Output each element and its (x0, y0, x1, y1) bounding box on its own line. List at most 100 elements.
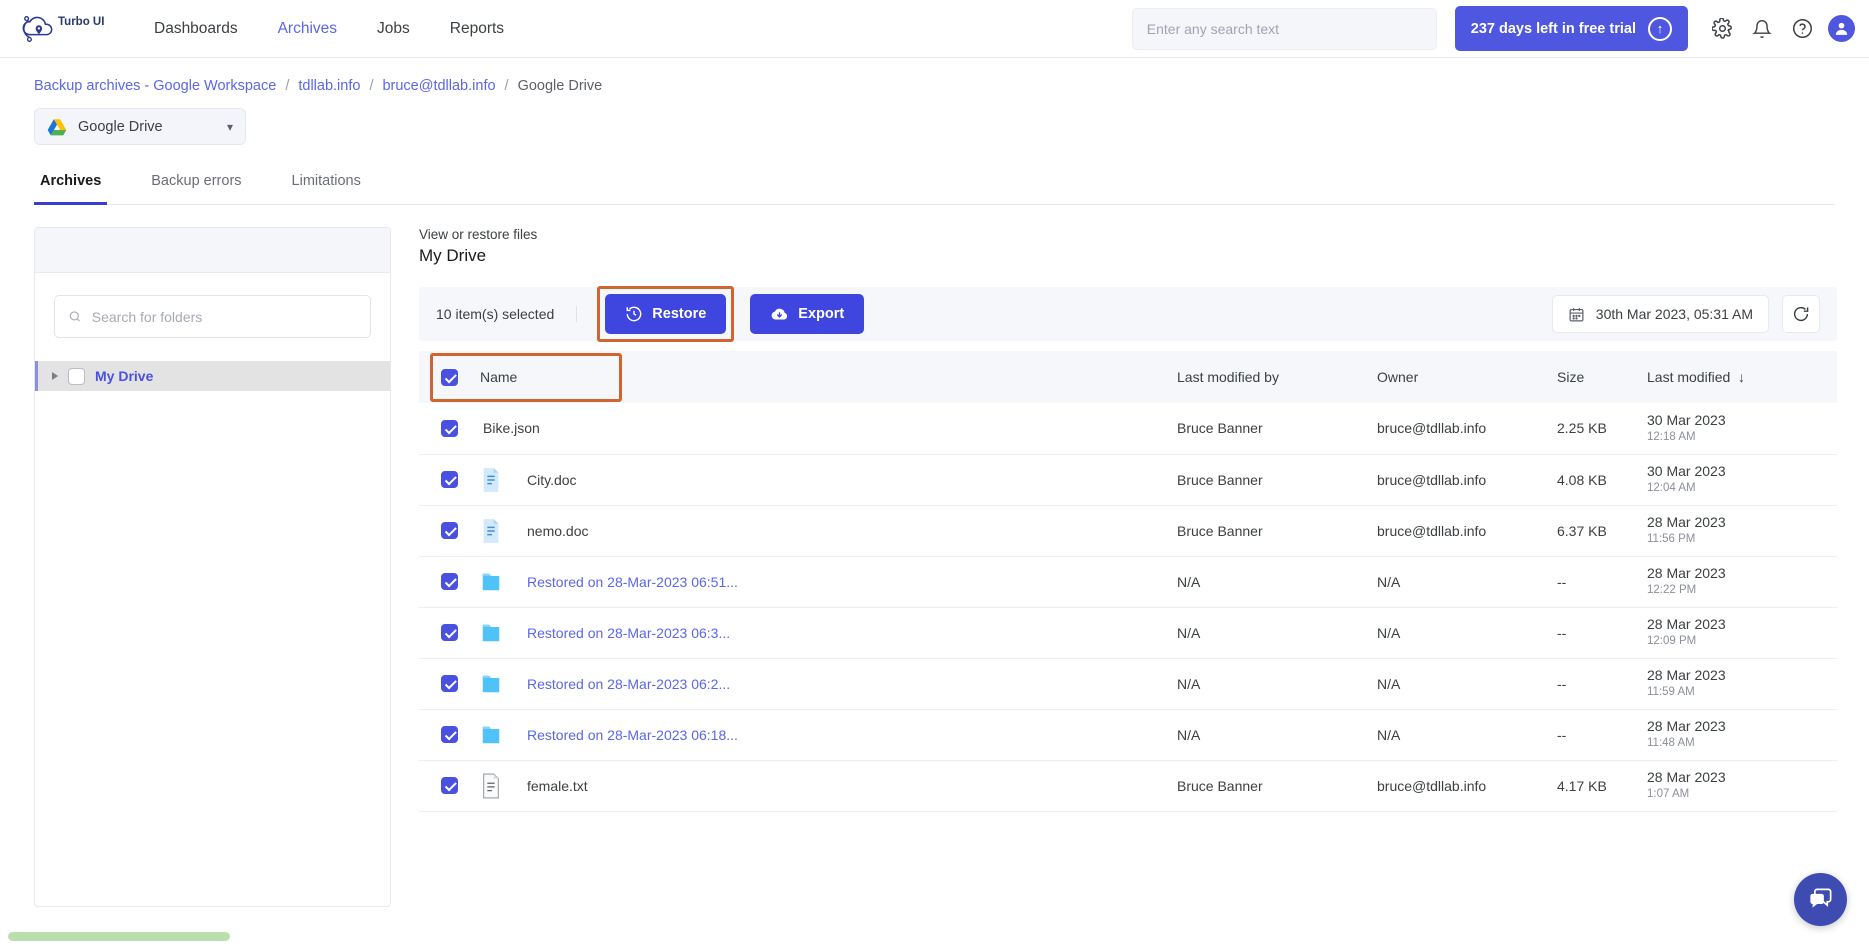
row-checkbox[interactable] (441, 573, 458, 590)
breadcrumb-separator: / (369, 78, 374, 94)
header-last-modified[interactable]: Last modified ↓ (1647, 351, 1837, 403)
table-row[interactable]: female.txt Bruce Banner bruce@tdllab.info 4… (419, 760, 1837, 811)
table-row[interactable]: Restored on 28-Mar-2023 06:18... N/A N/A --… (419, 709, 1837, 760)
nav-link-jobs[interactable]: Jobs (377, 20, 410, 38)
cell-size: 4.08 KB (1557, 471, 1607, 488)
global-search-input[interactable] (1146, 20, 1422, 37)
file-name-label[interactable]: Restored on 28-Mar-2023 06:2... (527, 676, 730, 692)
breadcrumb: Backup archives - Google Workspace / tdl… (0, 58, 1869, 94)
cell-owner: bruce@tdllab.info (1377, 471, 1487, 488)
table-row[interactable]: nemo.doc Bruce Banner bruce@tdllab.info 6.3… (419, 505, 1837, 556)
page-title: My Drive (419, 246, 487, 265)
upgrade-arrow-up-icon[interactable]: ↑ (1648, 16, 1672, 41)
breadcrumb-separator: / (504, 78, 509, 94)
primary-nav-links: Dashboards Archives Jobs Reports (154, 20, 504, 38)
table-row[interactable]: Restored on 28-Mar-2023 06:51... N/A N/A --… (419, 556, 1837, 607)
cell-time: 11:59 AM (1647, 686, 1695, 699)
folder-tree-checkbox[interactable] (68, 367, 85, 385)
row-checkbox[interactable] (441, 675, 458, 692)
folder-tree-item-label: My Drive (95, 368, 154, 384)
cell-date: 28 Mar 2023 (1647, 718, 1726, 735)
breadcrumb-item-google-drive: Google Drive (517, 78, 603, 94)
folder-search-box[interactable] (54, 295, 371, 338)
cell-last-modified: 28 Mar 2023 1:07 AM (1647, 760, 1837, 811)
cell-last-modified: 28 Mar 2023 12:22 PM (1647, 556, 1837, 607)
cell-size: 4.17 KB (1557, 777, 1607, 794)
tab-limitations[interactable]: Limitations (286, 173, 367, 205)
nav-link-reports[interactable]: Reports (450, 20, 504, 38)
bell-icon[interactable] (1742, 9, 1782, 49)
calendar-icon (1569, 307, 1584, 321)
table-row[interactable]: Bike.json Bruce Banner bruce@tdllab.info 2.… (419, 403, 1837, 454)
export-button[interactable]: Export (750, 294, 865, 334)
row-checkbox[interactable] (441, 777, 458, 794)
cell-time: 11:56 PM (1647, 533, 1696, 546)
cell-name: City.doc (419, 454, 1177, 505)
cell-owner: bruce@tdllab.info (1377, 522, 1487, 539)
row-checkbox[interactable] (441, 522, 458, 539)
cell-size: -- (1557, 624, 1567, 641)
top-navigation-bar: Turbo UI Dashboards Archives Jobs Report… (0, 0, 1869, 58)
export-button-wrap: Export (750, 294, 865, 334)
table-row[interactable]: City.doc Bruce Banner bruce@tdllab.info 4.0… (419, 454, 1837, 505)
cell-last-modified-by: Bruce Banner (1177, 777, 1263, 794)
gear-icon[interactable] (1702, 9, 1742, 49)
cell-size: -- (1557, 675, 1567, 692)
tab-backup-errors[interactable]: Backup errors (145, 173, 247, 205)
cell-last-modified: 28 Mar 2023 11:59 AM (1647, 658, 1837, 709)
table-row[interactable]: Restored on 28-Mar-2023 06:3... N/A N/A -- 2… (419, 607, 1837, 658)
file-table-wrap: Name Last modified by Owner Size Last mo… (419, 351, 1837, 812)
row-checkbox[interactable] (441, 419, 458, 437)
service-selector-dropdown[interactable]: Google Drive ▾ (34, 108, 246, 145)
chat-bubble-icon (1810, 888, 1832, 908)
header-size[interactable]: Size (1557, 351, 1647, 403)
service-selector-label: Google Drive (78, 118, 163, 135)
cell-name: Restored on 28-Mar-2023 06:18... (419, 709, 1177, 760)
header-owner[interactable]: Owner (1377, 351, 1557, 403)
folder-icon (482, 573, 500, 590)
restore-clock-icon (626, 306, 642, 322)
app-logo[interactable]: Turbo UI (18, 12, 138, 46)
chat-bubble-button[interactable] (1794, 873, 1847, 926)
restore-button[interactable]: Restore (605, 294, 727, 334)
nav-link-dashboards[interactable]: Dashboards (154, 20, 238, 38)
horizontal-scrollbar[interactable] (8, 932, 230, 941)
search-icon (69, 311, 80, 322)
select-all-checkbox[interactable] (441, 368, 458, 386)
file-name-label[interactable]: Restored on 28-Mar-2023 06:3... (527, 625, 730, 641)
cell-name: female.txt (419, 760, 1177, 811)
cell-time: 11:48 AM (1647, 737, 1695, 750)
header-last-modified-label: Last modified (1647, 369, 1731, 385)
file-name-label[interactable]: Restored on 28-Mar-2023 06:51... (527, 574, 738, 590)
row-checkbox[interactable] (441, 471, 458, 488)
breadcrumb-item-backup-archives[interactable]: Backup archives - Google Workspace (34, 78, 276, 94)
cell-date: 28 Mar 2023 (1647, 769, 1726, 786)
cell-time: 12:04 AM (1647, 482, 1696, 495)
date-picker[interactable]: 30th Mar 2023, 05:31 AM (1551, 295, 1769, 333)
table-row[interactable]: Restored on 28-Mar-2023 06:2... N/A N/A -- 2… (419, 658, 1837, 709)
cell-date: 30 Mar 2023 (1647, 463, 1726, 480)
breadcrumb-item-tdllab[interactable]: tdllab.info (298, 78, 360, 94)
breadcrumb-item-bruce[interactable]: bruce@tdllab.info (382, 78, 495, 94)
user-avatar-icon[interactable] (1828, 15, 1855, 42)
cell-time: 1:07 AM (1647, 788, 1690, 801)
row-checkbox[interactable] (441, 726, 458, 743)
free-trial-badge[interactable]: 237 days left in free trial ↑ (1454, 6, 1688, 51)
triangle-right-icon[interactable] (52, 372, 58, 380)
file-name-label[interactable]: Restored on 28-Mar-2023 06:18... (527, 727, 738, 743)
header-last-modified-by[interactable]: Last modified by (1177, 351, 1377, 403)
cell-last-modified-by: N/A (1177, 624, 1201, 641)
help-circle-icon[interactable] (1782, 9, 1822, 49)
nav-link-archives[interactable]: Archives (278, 20, 337, 38)
row-checkbox[interactable] (441, 624, 458, 641)
file-name-label: nemo.doc (527, 522, 589, 539)
folder-search-input[interactable] (91, 308, 357, 325)
chevron-down-icon[interactable]: ▾ (227, 120, 233, 134)
global-search-box[interactable] (1131, 7, 1437, 50)
folder-tree-item-my-drive[interactable]: My Drive (35, 361, 390, 391)
cell-date: 28 Mar 2023 (1647, 667, 1726, 684)
restore-button-highlight: Restore (597, 286, 735, 342)
tab-archives[interactable]: Archives (34, 173, 108, 205)
content-area: My Drive View or restore files My Drive … (0, 227, 1869, 927)
refresh-button[interactable] (1782, 295, 1820, 333)
